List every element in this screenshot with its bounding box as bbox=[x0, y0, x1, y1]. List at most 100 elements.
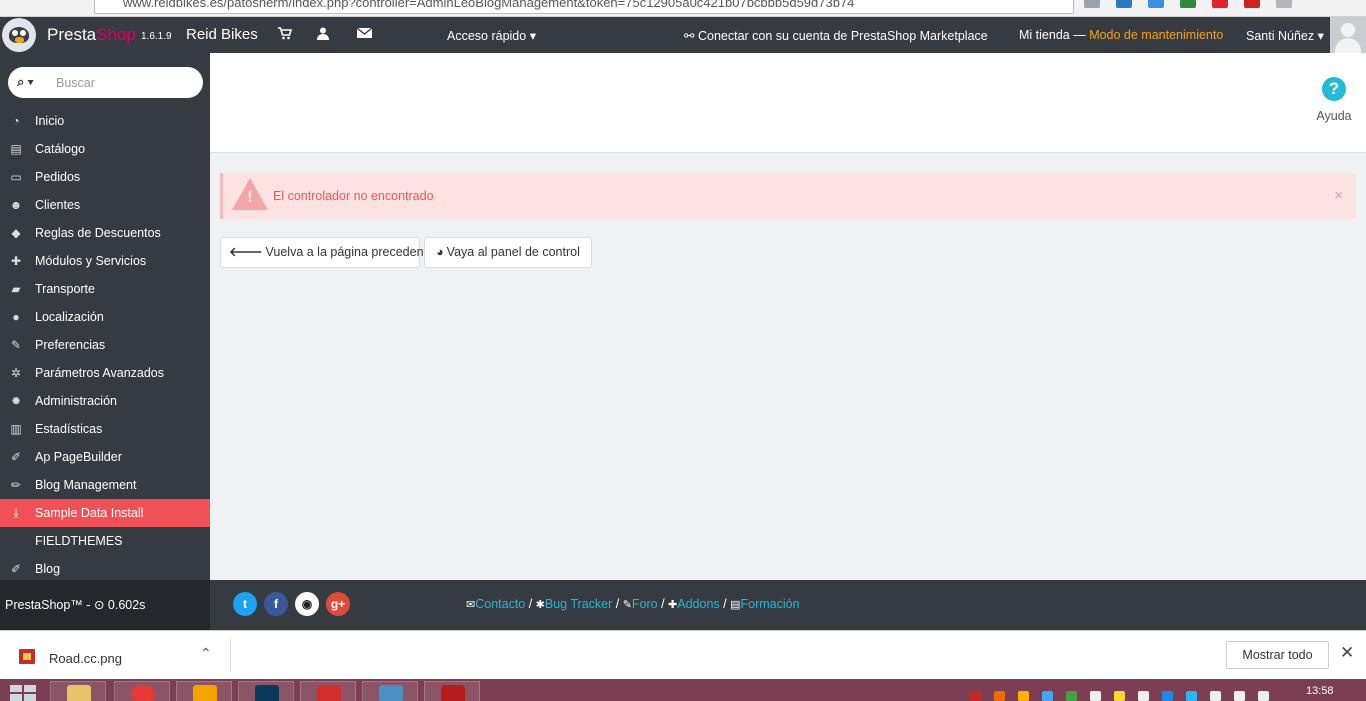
dashboard-button[interactable]: ◕ Vaya al panel de control bbox=[424, 237, 592, 268]
contact-link[interactable]: Contacto bbox=[475, 597, 525, 611]
sidebar-item-blog-management[interactable]: ✏ Blog Management bbox=[0, 471, 210, 499]
sidebar-item-label: Catálogo bbox=[35, 142, 86, 156]
taskbar-app-photoshop[interactable] bbox=[238, 681, 294, 701]
tray-icon[interactable] bbox=[1162, 691, 1173, 701]
sidebar-item-pedidos[interactable]: ▭ Pedidos bbox=[0, 163, 210, 191]
extension-icon[interactable] bbox=[1276, 0, 1292, 8]
extension-icon[interactable] bbox=[1180, 0, 1196, 8]
taskbar-app-acrobat[interactable] bbox=[424, 681, 480, 701]
chrome-icon bbox=[131, 685, 155, 701]
download-icon: ⤓ bbox=[13, 506, 19, 520]
tray-icon[interactable] bbox=[1066, 691, 1077, 701]
close-icon[interactable]: × bbox=[1334, 187, 1343, 204]
sidebar-item-label: Pedidos bbox=[35, 170, 81, 184]
avatar[interactable] bbox=[1330, 17, 1366, 53]
sidebar-item-blog[interactable]: ✐ Blog bbox=[0, 555, 210, 583]
sidebar-item-clientes[interactable]: ☻ Clientes bbox=[0, 191, 210, 219]
tray-icon[interactable] bbox=[1210, 691, 1221, 701]
sidebar-item-administración[interactable]: ✹ Administración bbox=[0, 387, 210, 415]
taskbar-app[interactable] bbox=[362, 681, 418, 701]
load-time: 0.602s bbox=[107, 598, 146, 612]
sidebar-item-label: Ap PageBuilder bbox=[35, 450, 122, 464]
error-alert: El controlador no encontrado × bbox=[220, 173, 1356, 219]
sidebar-item-reglas-de-descuentos[interactable]: ◆ Reglas de Descuentos bbox=[0, 219, 210, 247]
shop-name[interactable]: Reid Bikes bbox=[186, 26, 258, 43]
github-icon[interactable]: ◉ bbox=[295, 592, 319, 616]
footer-links: ✉Contacto / ✱Bug Tracker / ✎Foro / ✚Addo… bbox=[466, 597, 800, 611]
extension-icon[interactable] bbox=[1084, 0, 1100, 8]
alert-message: El controlador no encontrado bbox=[273, 189, 434, 203]
sidebar-item-ap-pagebuilder[interactable]: ✐ Ap PageBuilder bbox=[0, 443, 210, 471]
tray-icon[interactable] bbox=[1234, 691, 1245, 701]
sidebar-item-parámetros-avanzados[interactable]: ✲ Parámetros Avanzados bbox=[0, 359, 210, 387]
my-store-link[interactable]: Mi tienda — Modo de mantenimiento bbox=[1019, 28, 1223, 42]
extension-icon[interactable] bbox=[1116, 0, 1132, 8]
show-all-button[interactable]: Mostrar todo bbox=[1226, 641, 1329, 669]
puzzle-icon: ✚ bbox=[10, 254, 22, 268]
windows-start-icon[interactable] bbox=[10, 685, 38, 701]
tray-icon[interactable] bbox=[1042, 691, 1053, 701]
tray-icon[interactable] bbox=[970, 691, 981, 701]
envelope-icon[interactable] bbox=[356, 27, 373, 42]
extension-icon[interactable] bbox=[1212, 0, 1228, 8]
taskbar-app[interactable] bbox=[176, 681, 232, 701]
marketplace-connect-link[interactable]: ⚯ Conectar con su cuenta de PrestaShop M… bbox=[684, 28, 988, 43]
facebook-icon[interactable]: f bbox=[264, 592, 288, 616]
tray-icon[interactable] bbox=[1138, 691, 1149, 701]
sidebar-item-inicio[interactable]: ◔ Inicio bbox=[0, 107, 210, 135]
taskbar-app[interactable] bbox=[300, 681, 356, 701]
photoshop-icon bbox=[255, 685, 279, 701]
extension-icon[interactable] bbox=[1244, 0, 1260, 8]
brand-name[interactable]: PrestaShop bbox=[47, 25, 136, 45]
addons-link[interactable]: Addons bbox=[677, 597, 719, 611]
download-file-name[interactable]: Road.cc.png bbox=[49, 651, 122, 666]
sidebar-item-label: Reglas de Descuentos bbox=[35, 226, 161, 240]
twitter-icon[interactable]: t bbox=[233, 592, 257, 616]
taskbar-clock[interactable]: 13:58 bbox=[1306, 685, 1334, 697]
puzzle-icon: ✚ bbox=[668, 599, 678, 611]
pencil-icon: ✏ bbox=[10, 478, 22, 492]
sidebar-item-catálogo[interactable]: ▤ Catálogo bbox=[0, 135, 210, 163]
help-button[interactable]: ? Ayuda bbox=[1312, 77, 1356, 123]
sidebar-item-estadísticas[interactable]: ▥ Estadísticas bbox=[0, 415, 210, 443]
app-icon bbox=[317, 685, 341, 701]
chevron-up-icon[interactable]: ⌃ bbox=[200, 645, 212, 662]
maintenance-mode-link[interactable]: Modo de mantenimiento bbox=[1089, 28, 1223, 42]
search-icon[interactable]: ⌕ ▾ bbox=[17, 74, 33, 90]
prestashop-logo[interactable] bbox=[2, 18, 36, 52]
sidebar-item-transporte[interactable]: ▰ Transporte bbox=[0, 275, 210, 303]
sidebar-item-preferencias[interactable]: ✎ Preferencias bbox=[0, 331, 210, 359]
training-link[interactable]: Formación bbox=[741, 597, 800, 611]
sidebar-item-fieldthemes[interactable]: FIELDTHEMES bbox=[0, 527, 210, 555]
search-input[interactable] bbox=[56, 73, 196, 92]
address-bar[interactable]: www.reidbikes.es/patosherm/index.php?con… bbox=[94, 0, 1074, 14]
back-button[interactable]: 🡐 Vuelva a la página precedente bbox=[220, 237, 434, 268]
taskbar-app-chrome[interactable] bbox=[114, 681, 170, 701]
tray-icon[interactable] bbox=[994, 691, 1005, 701]
user-menu[interactable]: Santi Núñez ▾ bbox=[1246, 28, 1324, 43]
sidebar: ⌕ ▾ ◔ Inicio ▤ Catálogo ▭ Pedidos ☻ Clientes ◆ Re… bbox=[0, 53, 210, 580]
tray-icon[interactable] bbox=[1114, 691, 1125, 701]
sidebar-item-módulos-y-servicios[interactable]: ✚ Módulos y Servicios bbox=[0, 247, 210, 275]
close-icon[interactable]: ✕ bbox=[1340, 643, 1354, 663]
forum-link[interactable]: Foro bbox=[632, 597, 658, 611]
tray-icon[interactable] bbox=[1186, 691, 1197, 701]
bug-tracker-link[interactable]: Bug Tracker bbox=[545, 597, 612, 611]
taskbar-app-explorer[interactable] bbox=[50, 681, 106, 701]
extension-icon[interactable] bbox=[1148, 0, 1164, 8]
cog-icon: ✹ bbox=[10, 394, 22, 408]
sidebar-item-localización[interactable]: ● Localización bbox=[0, 303, 210, 331]
caret-down-icon: ▾ bbox=[1317, 29, 1324, 43]
bar-chart-icon: ▥ bbox=[10, 422, 22, 436]
divider bbox=[230, 639, 231, 672]
sidebar-item-sample-data-install[interactable]: ⤓ Sample Data Install bbox=[0, 499, 210, 527]
quick-access-dropdown[interactable]: Acceso rápido ▾ bbox=[447, 28, 536, 43]
tray-icon[interactable] bbox=[1090, 691, 1101, 701]
sidebar-item-label: Transporte bbox=[35, 282, 95, 296]
user-icon[interactable] bbox=[317, 27, 329, 43]
tray-icon[interactable] bbox=[1018, 691, 1029, 701]
tray-icon[interactable] bbox=[1258, 691, 1269, 701]
cart-icon[interactable] bbox=[278, 27, 293, 43]
version-label: 1.6.1.9 bbox=[141, 31, 172, 42]
google-plus-icon[interactable]: g+ bbox=[326, 592, 350, 616]
